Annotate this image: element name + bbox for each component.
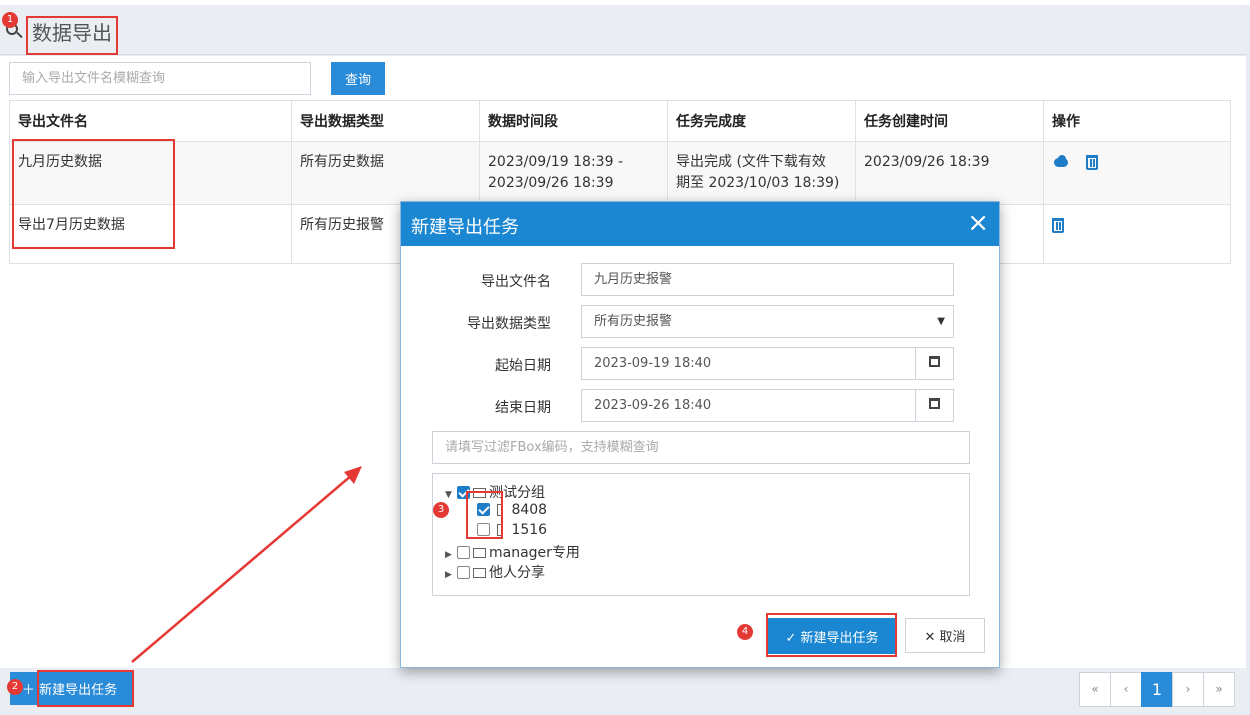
start-date-field[interactable]: 2023-09-19 18:40	[581, 347, 954, 380]
calendar-icon	[929, 356, 940, 367]
data-type-row: 导出数据类型 所有历史报警 ▼	[401, 305, 1001, 338]
expand-down-icon[interactable]: ▼	[445, 490, 457, 500]
cell-created-time: 2023/09/26 18:39	[855, 141, 1044, 205]
chevron-down-icon: ▼	[937, 316, 945, 327]
device-tree: ▼ 测试分组 8408 1516 ▶ manager专用 ▶ 他人分享	[432, 473, 970, 596]
col-created-time: 任务创建时间	[855, 100, 1044, 142]
page-header: 1 数据导出	[0, 5, 1246, 55]
page: 1 数据导出 查询 导出文件名 导出数据类型 数据时间段 任务完成度 任务创建时…	[0, 0, 1250, 715]
pager-last[interactable]: »	[1203, 672, 1235, 707]
tree-group-manager[interactable]: ▶ manager专用	[445, 542, 969, 562]
file-name-row: 导出文件名 九月历史报警	[401, 263, 1001, 296]
expand-right-icon[interactable]: ▶	[445, 550, 457, 560]
annotation-badge-1: 1	[2, 12, 18, 28]
trash-icon[interactable]	[1086, 154, 1099, 170]
pager-page-1[interactable]: 1	[1141, 672, 1173, 707]
close-icon[interactable]: ×	[967, 208, 989, 238]
tree-label: 他人分享	[489, 565, 545, 581]
tree-label: manager专用	[489, 545, 580, 561]
end-date-label: 结束日期	[495, 400, 551, 416]
trash-icon[interactable]	[1052, 217, 1064, 233]
annotation-box-confirm	[766, 613, 897, 657]
col-time-range: 数据时间段	[479, 100, 668, 142]
dialog-title: 新建导出任务	[411, 217, 519, 238]
dialog-header: 新建导出任务 ×	[401, 202, 999, 246]
data-type-value: 所有历史报警	[594, 314, 673, 329]
pager-prev[interactable]: ‹	[1110, 672, 1142, 707]
tree-device-1516[interactable]: 1516	[445, 522, 969, 542]
annotation-box-file-names	[12, 139, 175, 249]
data-type-label: 导出数据类型	[467, 316, 551, 332]
cloud-download-icon[interactable]	[1052, 155, 1070, 169]
tree-group-test[interactable]: ▼ 测试分组	[445, 482, 969, 502]
file-name-label: 导出文件名	[481, 274, 551, 290]
status-line-1: 导出完成 (文件下载有效	[676, 154, 826, 170]
col-file-name: 导出文件名	[9, 100, 292, 142]
query-button[interactable]: 查询	[331, 62, 385, 95]
annotation-box-title	[26, 16, 118, 55]
checkbox-group-shared[interactable]	[457, 566, 470, 579]
expand-right-icon[interactable]: ▶	[445, 570, 457, 580]
pagination: « ‹ 1 › »	[1079, 672, 1235, 707]
checkbox-group-manager[interactable]	[457, 546, 470, 559]
data-type-select[interactable]: 所有历史报警 ▼	[581, 305, 954, 338]
fbox-filter-input[interactable]: 请填写过滤FBox编码，支持模糊查询	[432, 431, 970, 464]
tree-label: 1516	[511, 522, 548, 538]
col-progress: 任务完成度	[667, 100, 856, 142]
cell-time-range: 2023/09/19 18:39 - 2023/09/26 18:39	[479, 141, 668, 205]
start-date-row: 起始日期 2023-09-19 18:40	[401, 347, 1001, 380]
new-export-dialog: 新建导出任务 × 导出文件名 九月历史报警 导出数据类型 所有历史报警 ▼ 起始…	[400, 201, 1000, 668]
footer: ＋ 新建导出任务 2 « ‹ 1 › »	[0, 668, 1246, 712]
end-date-value: 2023-09-26 18:40	[594, 398, 712, 413]
annotation-box-new-task	[37, 670, 134, 707]
folder-icon	[473, 568, 486, 578]
cell-actions	[1043, 141, 1231, 205]
annotation-badge-4: 4	[737, 624, 753, 640]
tree-device-8408[interactable]: 8408	[445, 502, 969, 522]
pager-first[interactable]: «	[1079, 672, 1111, 707]
col-data-type: 导出数据类型	[291, 100, 480, 142]
annotation-badge-3: 3	[433, 502, 449, 518]
table-row: 九月历史数据 所有历史数据 2023/09/19 18:39 - 2023/09…	[9, 141, 1231, 205]
end-date-row: 结束日期 2023-09-26 18:40	[401, 389, 1001, 422]
calendar-button[interactable]	[915, 347, 953, 380]
range-start: 2023/09/19 18:39 -	[488, 154, 623, 170]
end-date-field[interactable]: 2023-09-26 18:40	[581, 389, 954, 422]
cancel-label: 取消	[939, 630, 966, 645]
col-actions: 操作	[1043, 100, 1231, 142]
annotation-badge-2: 2	[7, 679, 23, 695]
tree-group-shared[interactable]: ▶ 他人分享	[445, 562, 969, 582]
annotation-box-checkboxes	[466, 491, 503, 539]
cell-progress: 导出完成 (文件下载有效 期至 2023/10/03 18:39)	[667, 141, 856, 205]
status-line-2: 期至 2023/10/03 18:39)	[676, 175, 840, 191]
range-end: 2023/09/26 18:39	[488, 175, 614, 191]
search-input[interactable]	[9, 62, 311, 95]
cancel-button[interactable]: ✕ 取消	[905, 618, 985, 653]
close-icon: ✕	[924, 630, 940, 645]
folder-icon	[473, 548, 486, 558]
table-header-row: 导出文件名 导出数据类型 数据时间段 任务完成度 任务创建时间 操作	[9, 100, 1231, 142]
tree-label: 8408	[511, 502, 548, 518]
cell-data-type: 所有历史数据	[291, 141, 480, 205]
start-date-label: 起始日期	[495, 358, 551, 374]
start-date-value: 2023-09-19 18:40	[594, 356, 712, 371]
cell-actions	[1043, 204, 1231, 264]
pager-next[interactable]: ›	[1172, 672, 1204, 707]
calendar-icon	[929, 398, 940, 409]
file-name-field[interactable]: 九月历史报警	[581, 263, 954, 296]
calendar-button[interactable]	[915, 389, 953, 422]
